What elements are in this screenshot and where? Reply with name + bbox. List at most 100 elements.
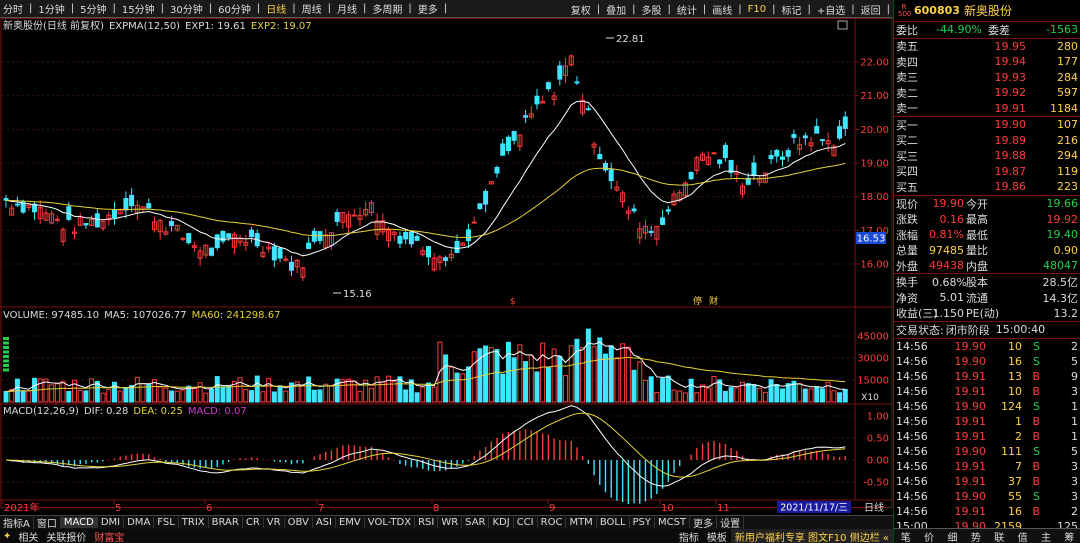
book-price: 19.95 (994, 39, 1027, 53)
book-label: 卖二 (896, 86, 918, 100)
volume-bar (568, 345, 574, 403)
indicator-tab[interactable]: PSY (630, 517, 656, 528)
period-tab[interactable]: 30分钟 (167, 1, 206, 16)
stat-label: 今开 (966, 197, 988, 211)
panel-tab[interactable]: 筹 (1064, 529, 1074, 543)
tick-price: 19.91 (954, 504, 987, 518)
indicator-tab[interactable]: VR (264, 517, 285, 528)
indicator-tab[interactable]: KDJ (489, 517, 514, 528)
indicator-tab[interactable]: WR (438, 517, 463, 528)
indicator-tab[interactable]: RSI (415, 517, 439, 528)
period-tab[interactable]: 日线 (263, 1, 289, 16)
indicator-tab[interactable]: CR (243, 517, 264, 528)
indicator-tab[interactable]: CCI (514, 517, 538, 528)
panel-tab[interactable]: 细 (947, 529, 957, 543)
indicator-tab[interactable]: DMI (98, 517, 125, 528)
volume-bar (779, 388, 785, 403)
panel-tab[interactable]: 主 (1041, 529, 1051, 543)
panel-tab[interactable]: 联 (994, 529, 1004, 543)
volume-bar (431, 386, 437, 403)
period-tab[interactable]: 多周期 (369, 1, 405, 16)
function-tab[interactable]: 叠加 (603, 2, 629, 17)
legend-item: EXP1: 19.61 (185, 21, 246, 32)
candle-body (660, 217, 666, 225)
indicator-tab[interactable]: VOL-TDX (365, 517, 416, 528)
tick-time: 14:56 (896, 504, 928, 518)
period-tab[interactable]: 1分钟 (35, 1, 67, 16)
period-tab[interactable]: 60分钟 (215, 1, 254, 16)
tick-volume: 111 (1001, 444, 1022, 458)
indicator-tab[interactable]: BOLL (597, 517, 630, 528)
rating-badge: R 500 (898, 2, 912, 18)
tick-price: 19.90 (954, 399, 987, 413)
bottom-link[interactable]: 模板 (703, 529, 731, 543)
candle-body (837, 126, 843, 139)
volume-bar (77, 389, 83, 403)
bottom-link[interactable]: 指标 (675, 529, 703, 543)
candle-body (785, 150, 791, 157)
event-marker[interactable]: 停 (693, 295, 702, 307)
volume-bar (757, 387, 763, 403)
tick-count: 2 (1071, 504, 1078, 518)
function-tab[interactable]: 统计 (674, 2, 700, 17)
volume-bar (534, 371, 540, 403)
indicator-tab[interactable]: MACD (60, 517, 98, 528)
indicator-tab[interactable]: MCST (655, 517, 691, 528)
function-tab[interactable]: F10 (745, 4, 769, 15)
volume-bar (751, 384, 757, 403)
event-marker[interactable]: $ (510, 297, 516, 307)
menu-icon[interactable]: ✦ (0, 531, 14, 542)
candle-body (511, 130, 517, 141)
indicator-tab[interactable]: OBV (285, 517, 313, 528)
kline-chart[interactable]: 22.0021.0020.0019.0018.0017.0016.0022.81… (0, 18, 893, 515)
indicator-tab[interactable]: ROC (538, 517, 567, 528)
event-marker[interactable]: 财 (709, 295, 718, 307)
volume-bar (511, 357, 517, 403)
panel-tab[interactable]: 势 (971, 529, 981, 543)
panel-tab[interactable]: 笔 (901, 529, 911, 543)
volume-bar (169, 390, 175, 403)
period-tab[interactable]: 月线 (334, 1, 360, 16)
period-tab[interactable]: 15分钟 (119, 1, 158, 16)
period-tab[interactable]: 5分钟 (77, 1, 109, 16)
scale-segment (3, 359, 9, 363)
candle-body (311, 230, 317, 242)
bottom-item[interactable]: 关联报价 (42, 529, 90, 543)
book-price: 19.88 (994, 149, 1027, 163)
candle-body (408, 231, 414, 245)
bottom-item[interactable]: 财富宝 (90, 529, 128, 543)
separator: | (29, 3, 33, 14)
tick-count: 2 (1071, 339, 1078, 353)
tick-list[interactable]: 14:56 19.90 10 S 2 14:56 19.90 16 S 5 14:56 19.91 13… (894, 339, 1080, 534)
candle-body (505, 136, 511, 152)
period-tab[interactable]: 分时 (0, 1, 26, 16)
indicator-tab[interactable]: ASI (313, 517, 336, 528)
promo-link[interactable]: 新用户福利专享 图文F10 侧边栏 « (730, 528, 893, 543)
candle-body (403, 232, 409, 240)
bottom-item[interactable]: 相关 (14, 529, 42, 543)
indicator-tab[interactable]: SAR (462, 517, 490, 528)
indicator-tab[interactable]: TRIX (179, 517, 209, 528)
period-tab[interactable]: 更多 (415, 1, 441, 16)
indicator-tab[interactable]: MTM (566, 517, 597, 528)
candle-body (306, 242, 312, 249)
indicator-tab[interactable]: BRAR (209, 517, 243, 528)
function-tab[interactable]: 复权 (568, 2, 594, 17)
panel-tab[interactable]: 值 (1018, 529, 1028, 543)
tick-time: 14:56 (896, 489, 928, 503)
tick-direction: B (1032, 414, 1040, 428)
panel-toggle-button[interactable] (837, 20, 848, 30)
price-stats: 现价 19.90 今开 19.66 涨跌 0.16 最高 19.92 涨幅 0.81% 最低 19.4… (894, 196, 1080, 274)
indicator-tab[interactable]: FSL (154, 517, 179, 528)
function-tab[interactable]: 多股 (639, 2, 665, 17)
indicator-tab[interactable]: DMA (124, 517, 155, 528)
function-tab[interactable]: 标记 (778, 2, 804, 17)
candle-body (351, 214, 357, 217)
indicator-tab[interactable]: EMV (336, 517, 365, 528)
function-tab[interactable]: 返回 (858, 2, 884, 17)
panel-tab[interactable]: 价 (924, 529, 934, 543)
function-tab[interactable]: 画线 (709, 2, 735, 17)
tick-price: 19.90 (954, 339, 987, 353)
period-tab[interactable]: 周线 (299, 1, 325, 16)
function-tab[interactable]: +自选 (814, 2, 848, 17)
